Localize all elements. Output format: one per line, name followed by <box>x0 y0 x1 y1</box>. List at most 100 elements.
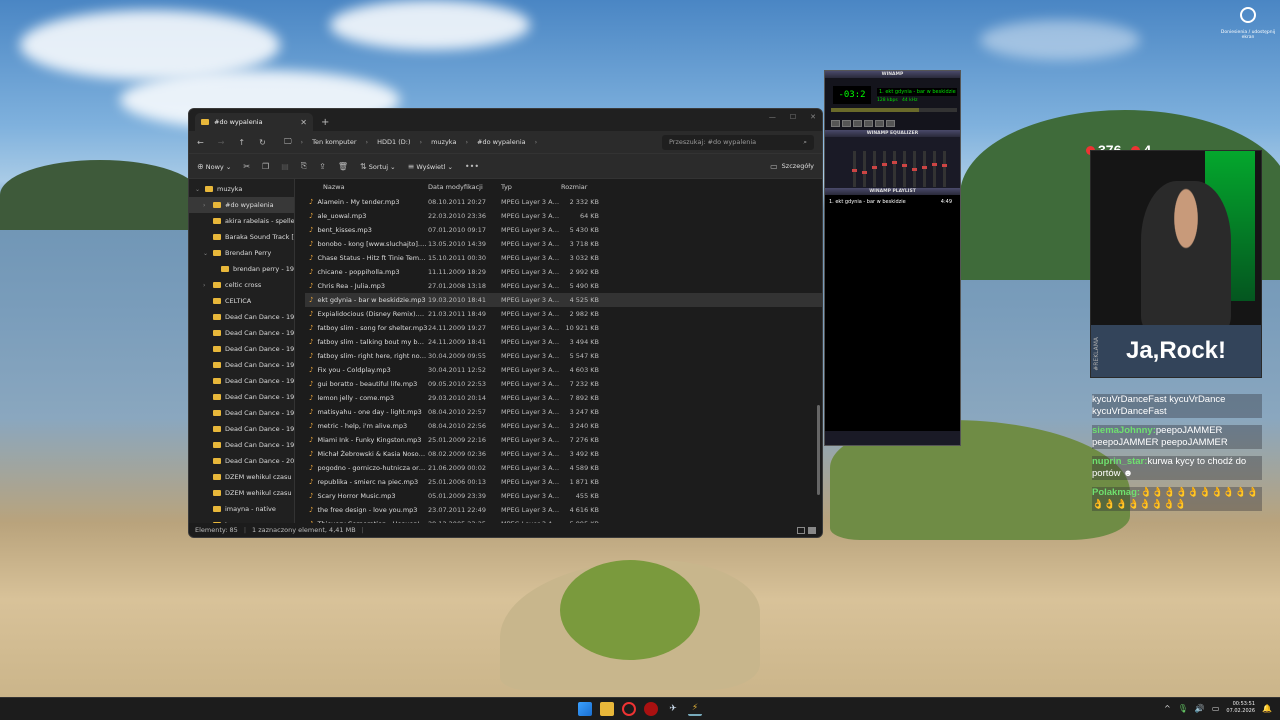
file-row[interactable]: ♪ Chris Rea - Julia.mp3 27.01.2008 13:18 MP… <box>305 279 822 293</box>
minimize-icon[interactable]: — <box>769 113 776 121</box>
sidebar-item[interactable]: Dead Can Dance - 1996 - Spiritchaser <box>189 437 294 453</box>
rename-icon[interactable]: ⎘ <box>301 161 307 171</box>
eq-band-slider[interactable] <box>862 151 867 187</box>
eq-knob[interactable] <box>872 165 877 169</box>
file-row[interactable]: ♪ Scary Horror Music.mp3 05.01.2009 23:39 M… <box>305 489 822 503</box>
sidebar-item[interactable]: Dead Can Dance - 1987 - Within The Realm <box>189 341 294 357</box>
more-options-icon[interactable]: ••• <box>465 162 479 171</box>
equalizer-titlebar[interactable]: WINAMP EQUALIZER <box>825 130 960 137</box>
close-tab-icon[interactable]: ✕ <box>300 118 307 127</box>
sidebar-item[interactable]: CELTICA <box>189 293 294 309</box>
screen-share-icon[interactable] <box>1240 7 1256 23</box>
cut-icon[interactable]: ✂ <box>243 162 250 171</box>
eq-knob[interactable] <box>862 170 867 174</box>
chevron-icon[interactable]: › <box>203 202 209 209</box>
sidebar-item[interactable]: ⌄ Brendan Perry <box>189 245 294 261</box>
sidebar-item[interactable]: Baraka Sound Track [1992] <box>189 229 294 245</box>
details-view-icon[interactable] <box>797 526 805 534</box>
eq-knob[interactable] <box>892 160 897 164</box>
eq-band-slider[interactable] <box>912 151 917 187</box>
stop-button[interactable] <box>864 120 873 127</box>
details-button[interactable]: ▭ Szczegóły <box>770 162 814 171</box>
sidebar-item[interactable]: DZEM wehikul czasu SPODEK <box>189 469 294 485</box>
network-icon[interactable]: ▭ <box>1212 704 1220 713</box>
explorer-tab[interactable]: #do wypalenia ✕ <box>195 113 313 131</box>
eq-knob[interactable] <box>902 164 907 168</box>
breadcrumb-item[interactable]: Ten komputer <box>312 138 356 146</box>
pause-button[interactable] <box>853 120 862 127</box>
new-button[interactable]: ⊕ Nowy ⌄ <box>197 162 231 171</box>
new-tab-icon[interactable]: + <box>321 117 329 128</box>
notifications-icon[interactable]: 🔔 <box>1262 704 1272 713</box>
file-row[interactable]: ♪ ekt gdynia - bar w beskidzie.mp3 19.03.2… <box>305 293 822 307</box>
breadcrumb-item[interactable]: HDD1 (D:) <box>377 138 410 146</box>
eq-band-slider[interactable] <box>922 151 927 187</box>
sidebar-item[interactable]: Dead Can Dance - 1984 - Dead Can Dance <box>189 309 294 325</box>
sort-button[interactable]: ⇅ Sortuj ⌄ <box>360 162 396 171</box>
sidebar-item[interactable]: Dead Can Dance - 1985 - Spleen and Ideal <box>189 325 294 341</box>
file-row[interactable]: ♪ Expialidocious (Disney Remix).mp3 21.03.… <box>305 307 822 321</box>
eq-band-slider[interactable] <box>942 151 947 187</box>
winamp-taskbar-icon[interactable]: ⚡ <box>688 702 702 716</box>
refresh-icon[interactable]: ↻ <box>259 138 266 147</box>
sidebar-item[interactable]: akira rabelais - spellewauerynsherde <box>189 213 294 229</box>
file-row[interactable]: ♪ republika - smierc na piec.mp3 25.01.200… <box>305 475 822 489</box>
close-window-icon[interactable]: ✕ <box>810 113 816 121</box>
eq-knob[interactable] <box>942 164 947 168</box>
chat-username[interactable]: siemaJohnny: <box>1092 425 1156 436</box>
file-row[interactable]: ♪ Alamein - My tender.mp3 08.10.2011 20:27… <box>305 195 822 209</box>
playlist-item[interactable]: 1. ekt gdynia - bar w beskidzie 4:49 <box>825 195 960 205</box>
column-type-header[interactable]: Typ <box>501 183 561 191</box>
file-row[interactable]: ♪ the free design - love you.mp3 23.07.201… <box>305 503 822 517</box>
play-button[interactable] <box>842 120 851 127</box>
next-track-button[interactable] <box>875 120 884 127</box>
eq-band-slider[interactable] <box>872 151 877 187</box>
eq-knob[interactable] <box>922 165 927 169</box>
column-name-header[interactable]: Nazwa <box>305 183 428 191</box>
steam-icon[interactable]: ✈ <box>666 702 680 716</box>
file-row[interactable]: ♪ Fix you - Coldplay.mp3 30.04.2011 12:52 M… <box>305 363 822 377</box>
file-explorer-icon[interactable] <box>600 702 614 716</box>
chat-username[interactable]: Polakmag: <box>1092 487 1140 498</box>
file-row[interactable]: ♪ gui boratto - beautiful life.mp3 09.05.2… <box>305 377 822 391</box>
volume-icon[interactable]: 🔊 <box>1195 704 1205 713</box>
tiles-view-icon[interactable] <box>808 526 816 534</box>
sidebar-item[interactable]: ⌄ muzyka <box>189 181 294 197</box>
sidebar-item[interactable]: › #do wypalenia <box>189 197 294 213</box>
prev-track-button[interactable] <box>831 120 840 127</box>
playlist-titlebar[interactable]: WINAMP PLAYLIST <box>825 188 960 195</box>
column-size-header[interactable]: Rozmiar <box>561 183 599 191</box>
eq-band-slider[interactable] <box>892 151 897 187</box>
eq-band-slider[interactable] <box>852 151 857 187</box>
sidebar-item[interactable]: imayna - native <box>189 501 294 517</box>
vertical-scrollbar[interactable] <box>817 405 820 495</box>
file-row[interactable]: ♪fatboy slim - talking bout my baby.mp32… <box>305 335 822 349</box>
file-row[interactable]: ♪ bonobo - kong [www.sluchajto].mp3 13.05.… <box>305 237 822 251</box>
file-row[interactable]: ♪pogodno - gorniczo-hutnicza orkiestra d… <box>305 461 822 475</box>
file-row[interactable]: ♪ ale_uowal.mp3 22.03.2010 23:36 MPEG Layer… <box>305 209 822 223</box>
file-row[interactable]: ♪fatboy slim- right here, right now.mp33… <box>305 349 822 363</box>
eject-button[interactable] <box>886 120 895 127</box>
sidebar-item[interactable]: Dead Can Dance - 1993 - Into the Labyrin… <box>189 405 294 421</box>
sidebar-item[interactable]: › celtic cross <box>189 277 294 293</box>
sidebar-item[interactable]: Dead Can Dance - 1988 - The Serpent's Eg… <box>189 357 294 373</box>
paste-icon[interactable]: ▤ <box>281 162 289 171</box>
file-row[interactable]: ♪ fatboy slim - song for shelter.mp3 24.11… <box>305 321 822 335</box>
file-row[interactable]: ♪ bent_kisses.mp3 07.01.2010 09:17 MPEG Lay… <box>305 223 822 237</box>
microphone-icon[interactable]: 🎙 <box>1178 704 1188 713</box>
chevron-icon[interactable]: ⌄ <box>195 186 201 193</box>
breadcrumb-item[interactable]: muzyka <box>431 138 456 146</box>
chat-username[interactable]: nuprin_star: <box>1092 456 1147 467</box>
copy-icon[interactable]: ❐ <box>262 162 269 171</box>
eq-band-slider[interactable] <box>902 151 907 187</box>
time-display[interactable]: -03:2 <box>833 86 871 104</box>
file-row[interactable]: ♪Chase Status - Hitz ft Tinie Tempah.mp3… <box>305 251 822 265</box>
sidebar-item[interactable]: brendan perry - 1999 - eye of the hunter <box>189 261 294 277</box>
maximize-icon[interactable]: ☐ <box>790 113 796 121</box>
eq-band-slider[interactable] <box>882 151 887 187</box>
breadcrumb-item[interactable]: #do wypalenia <box>477 138 526 146</box>
opera-icon[interactable] <box>622 702 636 716</box>
back-icon[interactable]: ← <box>197 138 204 147</box>
column-date-header[interactable]: Data modyfikacji <box>428 183 501 191</box>
clock[interactable]: 00:53:51 07.02.2026 <box>1226 701 1255 715</box>
